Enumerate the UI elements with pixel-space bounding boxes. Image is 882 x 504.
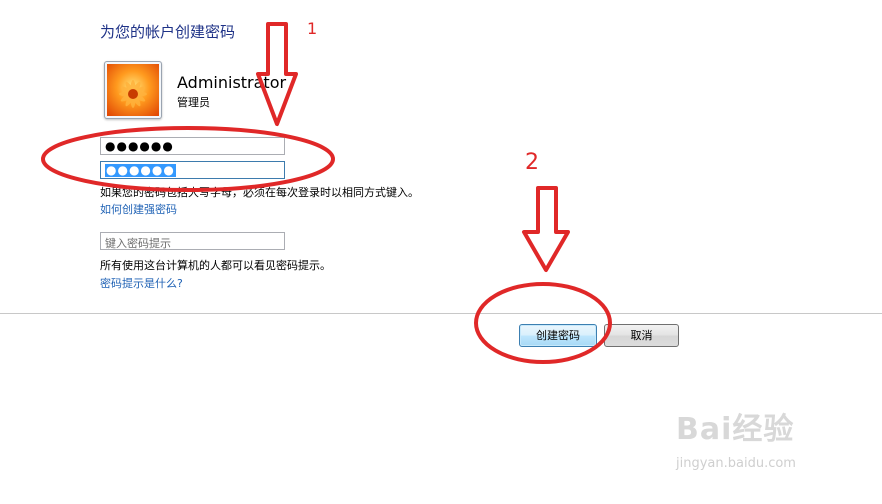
highlight-ellipse-1 <box>41 126 335 192</box>
watermark-brand: Bai经验 <box>676 412 795 447</box>
down-arrow-2-icon <box>522 186 570 272</box>
step-2-label: 2 <box>525 150 539 175</box>
highlight-ellipse-2 <box>474 282 612 364</box>
watermark-url: jingyan.baidu.com <box>676 456 796 471</box>
down-arrow-1-icon <box>256 22 298 126</box>
step-1-label: 1 <box>307 19 318 38</box>
baidu-watermark: Bai经验 jingyan.baidu.com <box>676 404 796 471</box>
